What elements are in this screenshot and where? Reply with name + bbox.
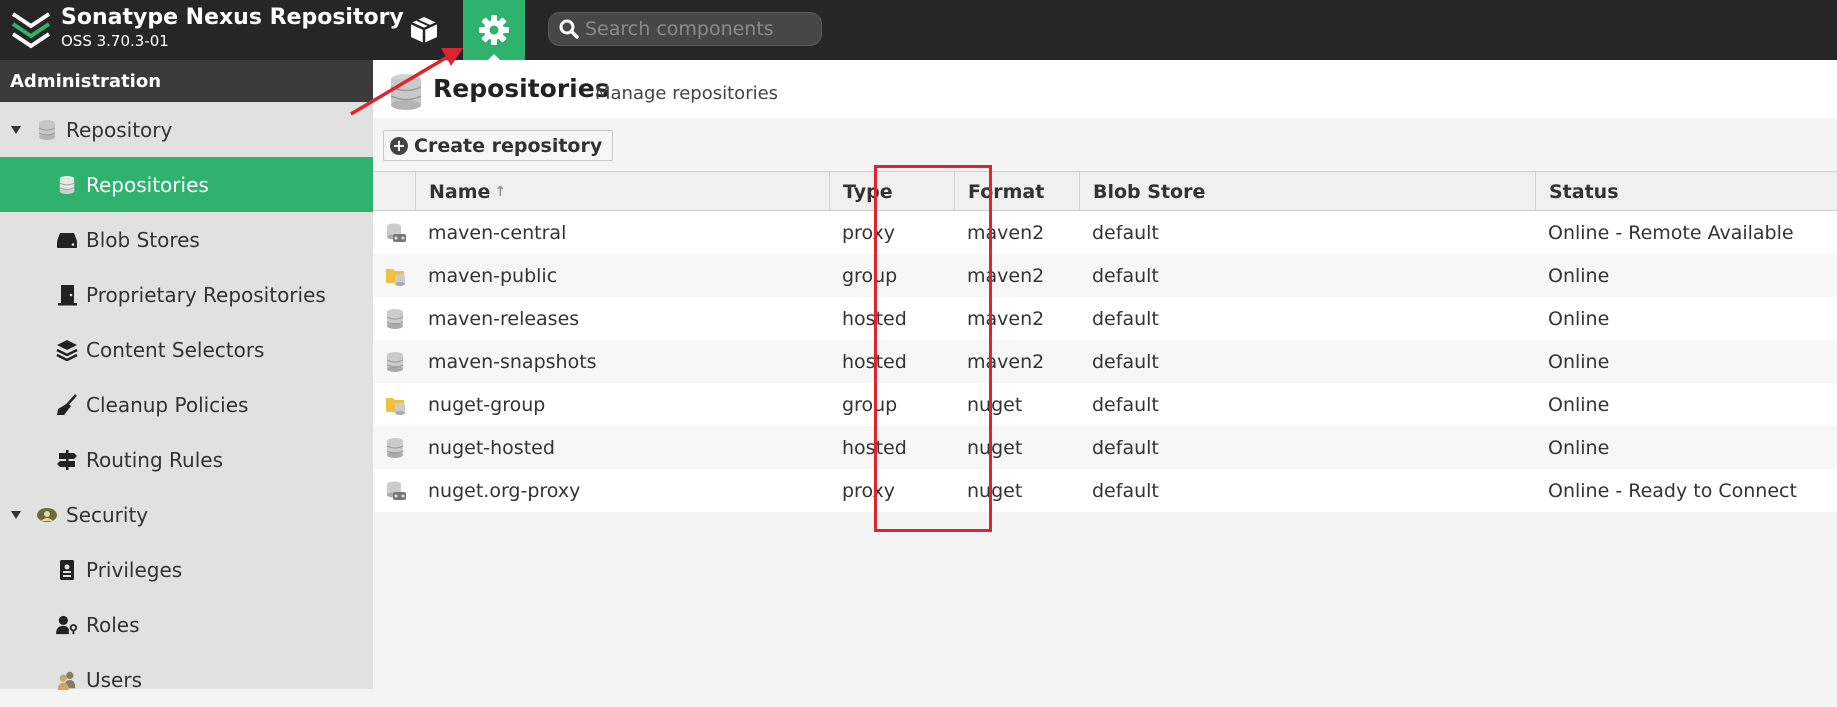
hard-drive-icon (56, 229, 78, 251)
repo-name: maven-snapshots (428, 350, 597, 373)
sidebar-item-label: Roles (86, 612, 140, 637)
sidebar-item-blob-stores[interactable]: Blob Stores (0, 212, 373, 267)
table-row[interactable]: maven-snapshots hosted maven2 default On… (373, 340, 1837, 383)
expand-triangle-icon[interactable] (11, 125, 21, 134)
app-title: Sonatype Nexus Repository (61, 5, 404, 30)
sidebar-item-label: Repository (66, 117, 173, 142)
repo-status: Online - Remote Available (1548, 221, 1794, 244)
sonatype-logo-icon[interactable] (10, 6, 52, 54)
repo-name: nuget-group (428, 393, 546, 416)
sidebar-item-users[interactable]: Users (0, 652, 373, 707)
sidebar-item-label: Security (66, 502, 149, 527)
column-header-blob-store[interactable]: Blob Store (1079, 172, 1535, 211)
sidebar-item-label: Repositories (86, 172, 209, 197)
repo-name: maven-central (428, 221, 567, 244)
create-repository-button[interactable]: + Create repository (383, 130, 614, 161)
group-repo-icon (373, 383, 415, 426)
repo-blob-store: default (1092, 350, 1159, 373)
users-icon (56, 669, 78, 691)
search-box[interactable] (548, 12, 822, 46)
table-row[interactable]: nuget.org-proxy proxy nuget default Onli… (373, 469, 1837, 512)
sidebar-item-content-selectors[interactable]: Content Selectors (0, 322, 373, 377)
sidebar-item-label: Users (86, 667, 143, 692)
repo-name: nuget.org-proxy (428, 479, 581, 502)
grid-header: Name ↑ Type Format Blob Store Status (373, 171, 1837, 211)
gear-icon (479, 15, 509, 45)
table-row[interactable]: maven-central proxy maven2 default Onlin… (373, 211, 1837, 254)
sidebar-item-label: Routing Rules (86, 447, 223, 472)
badge-icon (36, 504, 58, 526)
sidebar-item-security[interactable]: Security (0, 487, 373, 542)
door-icon (56, 284, 78, 306)
repo-blob-store: default (1092, 436, 1159, 459)
proxy-repo-icon (373, 469, 415, 512)
top-header: Sonatype Nexus Repository OSS 3.70.3-01 (0, 0, 1837, 60)
repo-status: Online (1548, 393, 1610, 416)
plus-circle-icon: + (390, 136, 408, 155)
repo-name: nuget-hosted (428, 436, 555, 459)
sidebar-item-label: Blob Stores (86, 227, 200, 252)
app-version: OSS 3.70.3-01 (61, 32, 169, 50)
repo-status: Online (1548, 307, 1610, 330)
repo-status: Online (1548, 264, 1610, 287)
sidebar-item-privileges[interactable]: Privileges (0, 542, 373, 597)
group-repo-icon (373, 254, 415, 297)
database-icon (56, 174, 78, 196)
layers-icon (56, 339, 78, 361)
repo-name: maven-public (428, 264, 558, 287)
sidebar-item-label: Proprietary Repositories (86, 282, 326, 307)
table-row[interactable]: maven-releases hosted maven2 default Onl… (373, 297, 1837, 340)
sidebar-item-label: Content Selectors (86, 337, 265, 362)
sidebar-heading: Administration (0, 60, 373, 102)
column-header-status[interactable]: Status (1535, 172, 1837, 211)
database-icon (36, 119, 58, 141)
sort-ascending-icon: ↑ (494, 183, 507, 200)
sidebar-item-routing-rules[interactable]: Routing Rules (0, 432, 373, 487)
sidebar-item-roles[interactable]: Roles (0, 597, 373, 652)
repo-blob-store: default (1092, 393, 1159, 416)
repo-status: Online - Ready to Connect (1548, 479, 1797, 502)
sidebar-item-proprietary-repositories[interactable]: Proprietary Repositories (0, 267, 373, 322)
broom-icon (56, 393, 78, 416)
search-icon (559, 19, 579, 39)
page-subtitle: Manage repositories (595, 83, 779, 104)
signpost-icon (56, 449, 78, 471)
repo-blob-store: default (1092, 307, 1159, 330)
repo-blob-store: default (1092, 479, 1159, 502)
repo-blob-store: default (1092, 264, 1159, 287)
sidebar-item-repositories[interactable]: Repositories (0, 157, 373, 212)
sidebar-item-repository[interactable]: Repository (0, 102, 373, 157)
expand-triangle-icon[interactable] (11, 510, 21, 519)
admin-sidebar: Administration Repository Repositories B… (0, 60, 373, 692)
table-row[interactable]: nuget-group group nuget default Online (373, 383, 1837, 426)
repo-status: Online (1548, 436, 1610, 459)
repo-name: maven-releases (428, 307, 580, 330)
proxy-repo-icon (373, 211, 415, 254)
sidebar-item-label: Privileges (86, 557, 183, 582)
hosted-repo-icon (373, 426, 415, 469)
hosted-repo-icon (373, 297, 415, 340)
table-row[interactable]: nuget-hosted hosted nuget default Online (373, 426, 1837, 469)
page-header: Repositories Manage repositories (373, 60, 1837, 118)
sidebar-item-label: Cleanup Policies (86, 392, 249, 417)
red-arrow-annotation (350, 48, 463, 116)
hosted-repo-icon (373, 340, 415, 383)
type-column-highlight (874, 165, 992, 532)
create-repository-label: Create repository (414, 134, 603, 157)
user-key-icon (56, 614, 78, 636)
table-row[interactable]: maven-public group maven2 default Online (373, 254, 1837, 297)
main-panel: Repositories Manage repositories + Creat… (373, 60, 1837, 689)
repo-blob-store: default (1092, 221, 1159, 244)
id-card-icon (56, 559, 78, 581)
sidebar-item-cleanup-policies[interactable]: Cleanup Policies (0, 377, 373, 432)
search-input[interactable] (585, 18, 805, 40)
column-header-name[interactable]: Name ↑ (415, 172, 829, 211)
repo-status: Online (1548, 350, 1610, 373)
